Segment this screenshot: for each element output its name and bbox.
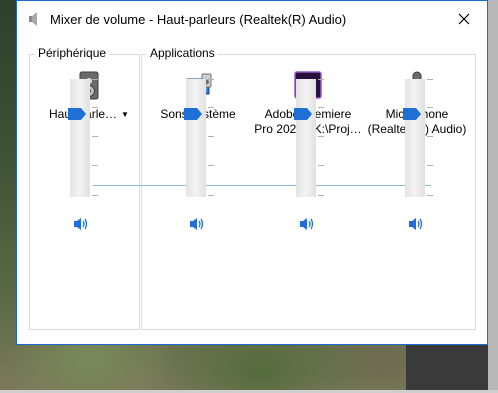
mute-system-sounds-icon[interactable]: [189, 217, 205, 231]
volume-mixer-window: Mixer de volume - Haut-parleurs (Realtek…: [16, 0, 488, 345]
mute-premiere-pro-icon[interactable]: [299, 217, 315, 231]
mute-speakers-icon[interactable]: [73, 217, 89, 231]
desktop-edge: [488, 0, 498, 393]
volume-slider-system-sounds[interactable]: [184, 79, 214, 197]
speaker-icon: [29, 12, 37, 26]
close-button[interactable]: [441, 1, 487, 37]
volume-slider-premiere-pro[interactable]: [294, 79, 324, 197]
applications-group-label: Applications: [147, 46, 218, 60]
chevron-down-icon: ▼: [121, 109, 129, 119]
title-bar[interactable]: Mixer de volume - Haut-parleurs (Realtek…: [17, 1, 487, 37]
volume-slider-microphone[interactable]: [403, 79, 433, 197]
slider-thumb[interactable]: [403, 108, 421, 120]
desktop-dark-area: [406, 345, 488, 393]
window-title: Mixer de volume - Haut-parleurs (Realtek…: [50, 11, 347, 27]
slider-thumb[interactable]: [294, 108, 312, 120]
slider-thumb[interactable]: [68, 108, 86, 120]
slider-thumb[interactable]: [184, 108, 202, 120]
close-icon: [458, 13, 470, 25]
mute-microphone-icon[interactable]: [408, 217, 424, 231]
device-group-label: Périphérique: [35, 46, 110, 60]
volume-slider-speakers[interactable]: [68, 79, 98, 197]
